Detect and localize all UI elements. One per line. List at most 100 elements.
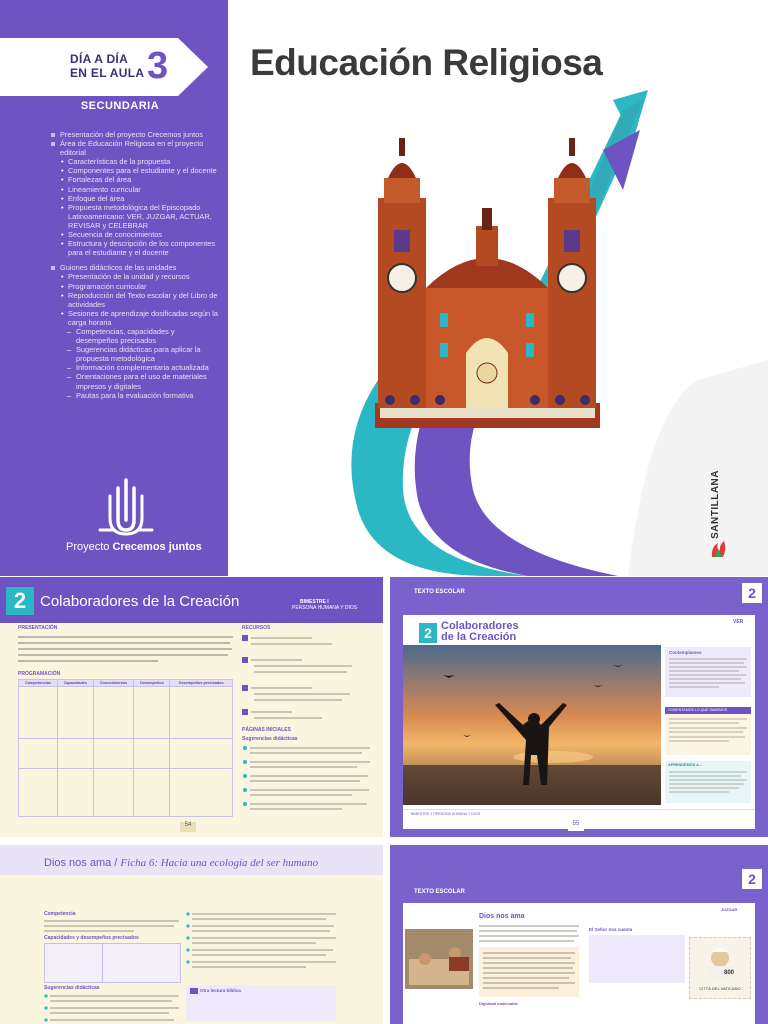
page-number-right: 55 [568,821,584,831]
sugerencias-label-2: Sugerencias didácticas [44,985,100,991]
ficha-header: Dios nos ama / Ficha 6: Hacia una ecolog… [0,845,383,875]
unit-tab-2: 2 [742,869,762,889]
badge-line1: DÍA A DÍA [70,52,129,66]
quote-box [589,935,685,983]
table-header-row: Competencias Capacidades Conocimientos D… [18,679,233,687]
texto-escolar-label-2: TEXTO ESCOLAR [414,889,465,895]
aprendamos-text [669,771,747,793]
recursos-list [242,633,370,723]
ficha-prefix: Dios nos ama / [44,857,121,869]
stamp-text: CITTÀ DEL VATICANO [699,986,741,991]
contemplamos-text [669,658,747,688]
toc-item: Sesiones de aprendizaje dosificadas segú… [48,309,218,327]
book-cover: DÍA A DÍA EN EL AULA 3 SECUNDARIA Presen… [0,0,768,576]
table-header: Desempeños precisados [169,679,233,687]
publisher-name: SANTILLANA [710,470,721,539]
paginas-label: PÁGINAS INICIALES [242,727,291,733]
body-text [479,925,579,997]
presentacion-label: PRESENTACIÓN [18,625,58,631]
texto-escolar-label: TEXTO ESCOLAR [414,589,465,595]
book-page: 2 Colaboradores de la Creación VER Contem… [403,615,755,829]
student-book-page-55: TEXTO ESCOLAR 2 2 Colaboradores de la Cre… [390,577,768,837]
toc-item: Lineamiento curricular [48,185,218,194]
sugerencias-text-2 [44,994,179,1022]
book-title: Educación Religiosa [250,42,603,83]
toc-item: Secuencia de conocimientos [48,230,218,239]
toc-item: Propuesta metodológica del Episcopado La… [48,203,218,230]
badge-number: 3 [147,45,169,87]
comentamos-label: COMENTAMOS LO QUE SABEMOS [665,707,751,714]
toc-item: Estructura y descripción de los componen… [48,239,218,257]
book-unit-number: 2 [419,623,437,643]
toc-item: Orientaciones para el uso de materiales … [48,372,218,390]
sugerencias-label: Sugerencias didácticas [242,736,298,742]
toc-item: Programación curricular [48,282,218,291]
page-number-left: 54 [180,822,196,832]
guide-page-ficha: Dios nos ama / Ficha 6: Hacia una ecolog… [0,845,383,1024]
otra-lectura-label: Otra lectura bíblica [200,988,241,993]
table-row [18,738,233,769]
toc-item: Componentes para el estudiante y el doce… [48,166,218,175]
book-section-title: Dios nos ama [479,913,525,920]
ficha-title: Dios nos ama / Ficha 6: Hacia una ecolog… [44,857,318,869]
table-of-contents: Presentación del proyecto Crecemos junto… [48,130,218,400]
bimester-subtitle: PERSONA HUMANA Y DIOS [292,605,358,611]
competencia-label: Competencia [44,911,76,917]
aprendamos-box: APRENDEMOS A... [665,761,751,803]
student-book-page-ficha: TEXTO ESCOLAR 2 Dios nos ama JUZGAR Dign… [390,845,768,1024]
unit-title: Colaboradores de la Creación [40,593,240,610]
crecemos-juntos-logo [98,478,154,536]
toc-item: Características de la propuesta [48,157,218,166]
toc-item: Información complementaria actualizada [48,363,218,372]
programacion-label: PROGRAMACIÓN [18,671,61,677]
competencia-text [44,920,179,932]
project-name: Proyecto Crecemos juntos [66,541,202,553]
book-page-2: Dios nos ama JUZGAR Dignidad inalienable… [403,903,755,1024]
toc-item: Competencias, capacidades y desempeños p… [48,327,218,345]
sunset-photo [403,645,661,805]
table-row [18,686,233,739]
juzgar-tag: JUZGAR [721,907,738,912]
badge-arrow-shape [178,38,208,96]
text-lines [18,636,233,662]
publisher-logo: SANTILLANA [710,470,728,564]
toc-item: Área de Educación Religiosa en el proyec… [48,139,218,157]
toc-item: Presentación de la unidad y recursos [48,272,218,281]
table-divider [102,944,103,982]
table-header: Competencias [18,679,58,687]
comentamos-text [669,718,747,742]
contemplamos-label: Contemplamos [669,650,702,655]
unit-number: 2 [6,587,34,615]
table-row [18,768,233,817]
book-icon [190,988,198,994]
pope-portrait [706,948,734,982]
footer-bimester: BIMESTRE 1 PERSONA HUMANA Y DIOS [411,812,481,816]
vatican-stamp: 800 CITTÀ DEL VATICANO [689,937,751,999]
recursos-label: RECURSOS [242,625,271,631]
table-header: Conocimientos [92,679,135,687]
page-footer-rule [403,809,755,810]
sidebar-title: El Señor nos cuenta [589,927,633,932]
michelangelo-image [405,929,473,989]
aprendamos-label: APRENDEMOS A... [668,763,703,767]
toc-item: Fortalezas del área [48,175,218,184]
toc-item: Presentación del proyecto Crecemos junto… [48,130,218,139]
sugerencias-text [243,746,370,810]
contemplamos-box: Contemplamos [665,647,751,697]
santillana-flame-icon [711,540,726,557]
table-header: Desempeños [133,679,171,687]
stamp-value: 800 [724,970,735,976]
toc-item: Reproducción del Texto escolar y del Lib… [48,291,218,309]
toc-item: Guiones didácticos de las unidades [48,263,218,272]
ficha-name: Ficha 6: Hacia una ecología del ser huma… [120,857,319,869]
toc-item: Pautas para la evaluación formativa [48,391,218,400]
activities-text [186,912,336,968]
dignidad-label: Dignidad inalienable [479,1001,518,1006]
church-image [375,138,600,428]
book-title: Colaboradores de la Creación [441,621,519,643]
table-header: Capacidades [56,679,94,687]
ver-tag: VER [733,619,744,625]
capacidades-label: Capacidades y desempeños precisados [44,935,139,941]
book-title-line2: de la Creación [441,631,517,643]
comentamos-box: COMENTAMOS LO QUE SABEMOS [665,707,751,755]
